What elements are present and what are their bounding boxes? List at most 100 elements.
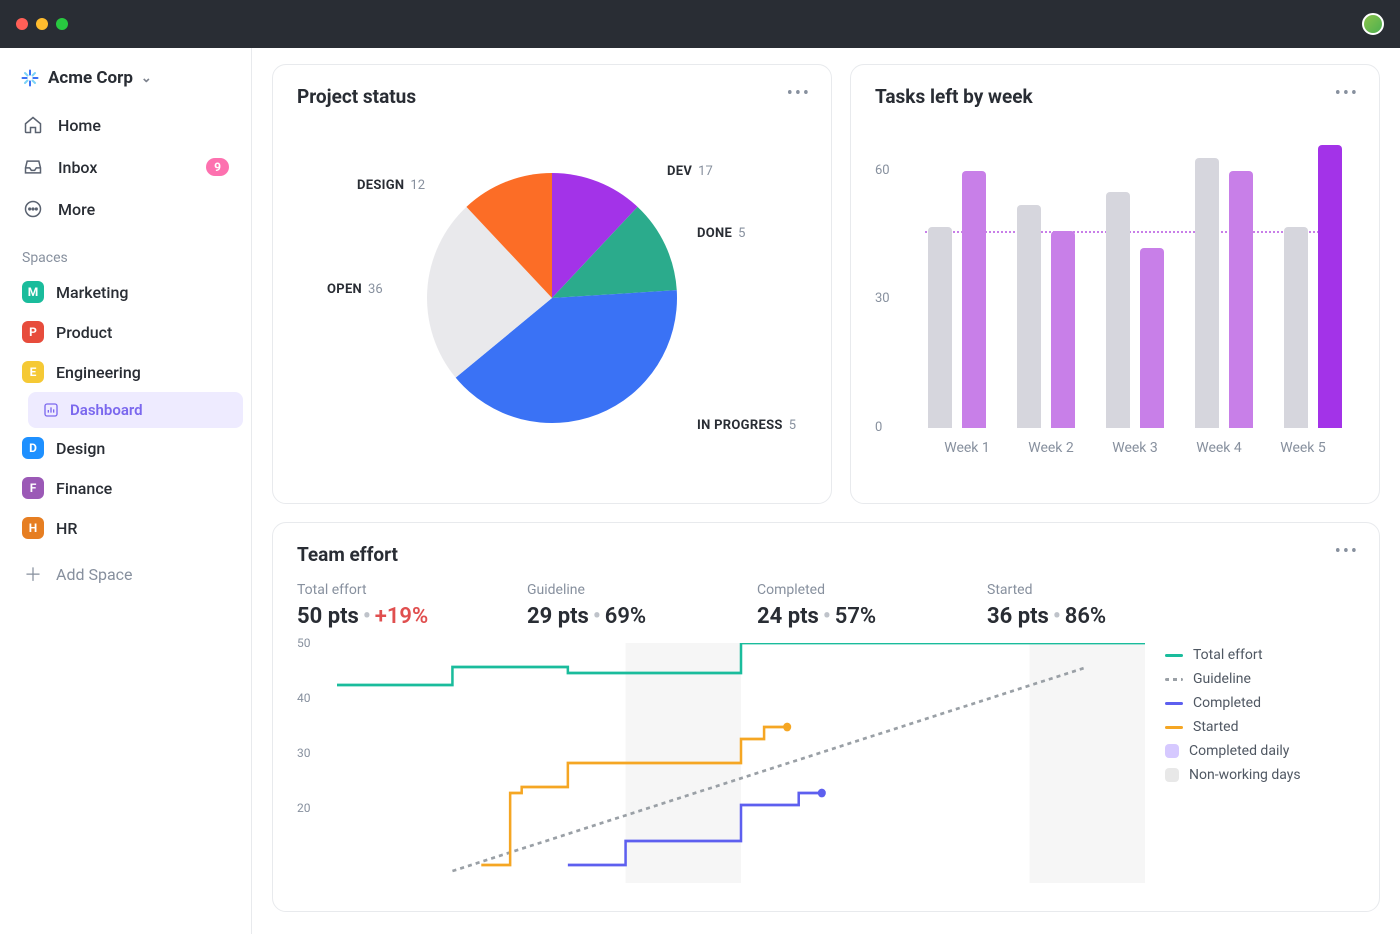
bar: [1051, 231, 1075, 428]
x-label: Week 1: [944, 440, 990, 456]
card-team-effort: Team effort ••• Total effort 50 pts•+19% G…: [272, 522, 1380, 912]
legend-label: Non-working days: [1189, 767, 1301, 783]
nav-more[interactable]: More: [8, 188, 243, 230]
pie-label: DESIGN12: [357, 178, 425, 193]
nav-inbox-label: Inbox: [58, 158, 97, 177]
dashboard-label: Dashboard: [70, 401, 143, 419]
stat-label: Total effort: [297, 582, 507, 598]
legend-label: Started: [1193, 719, 1239, 735]
stat-block: Total effort 50 pts•+19%: [297, 582, 527, 629]
home-icon: [22, 114, 44, 136]
stat-value: 36 pts•86%: [987, 604, 1197, 629]
bar-group: [925, 171, 988, 428]
stat-label: Guideline: [527, 582, 737, 598]
sidebar-space-finance[interactable]: F Finance: [8, 468, 243, 508]
y-tick: 30: [297, 746, 311, 760]
pie-label: IN PROGRESS5: [697, 418, 796, 433]
y-tick: 20: [297, 801, 311, 815]
bar-group: [1014, 205, 1077, 428]
bar: [1106, 192, 1130, 428]
bar: [1318, 145, 1342, 428]
x-label: Week 4: [1196, 440, 1242, 456]
legend-item: Total effort: [1165, 647, 1355, 663]
nav-home-label: Home: [58, 116, 101, 135]
card-menu-button[interactable]: •••: [1335, 541, 1359, 562]
sidebar-space-product[interactable]: PProduct: [8, 312, 243, 352]
close-window-icon[interactable]: [16, 18, 28, 30]
stat-block: Started 36 pts•86%: [987, 582, 1217, 629]
stat-block: Completed 24 pts•57%: [757, 582, 987, 629]
bar: [962, 171, 986, 428]
space-label: Marketing: [56, 283, 128, 302]
stat-value: 24 pts•57%: [757, 604, 967, 629]
workspace-switcher[interactable]: Acme Corp ⌄: [8, 60, 243, 96]
legend-label: Guideline: [1193, 671, 1251, 687]
y-tick: 60: [875, 163, 890, 178]
workspace-name: Acme Corp: [48, 68, 133, 88]
bar: [1195, 158, 1219, 428]
nav-home[interactable]: Home: [8, 104, 243, 146]
bar: [928, 227, 952, 428]
add-space-button[interactable]: ＋ Add Space: [8, 552, 243, 596]
stat-label: Completed: [757, 582, 967, 598]
space-label: HR: [56, 519, 77, 538]
x-label: Week 2: [1028, 440, 1074, 456]
space-avatar-icon: F: [22, 477, 44, 499]
legend-item: Non-working days: [1165, 767, 1355, 783]
card-menu-button[interactable]: •••: [787, 83, 811, 104]
sidebar-space-engineering[interactable]: E Engineering: [8, 352, 243, 392]
sidebar-dashboard[interactable]: Dashboard: [28, 392, 243, 428]
card-menu-button[interactable]: •••: [1335, 83, 1359, 104]
legend-item: Completed: [1165, 695, 1355, 711]
bar-group: [1282, 145, 1345, 428]
y-tick: 50: [297, 636, 311, 650]
bar: [1284, 227, 1308, 428]
x-label: Week 5: [1280, 440, 1326, 456]
plus-icon: ＋: [22, 561, 44, 587]
avatar[interactable]: [1362, 13, 1384, 35]
stat-label: Started: [987, 582, 1197, 598]
space-label: Design: [56, 439, 105, 458]
nav-more-label: More: [58, 200, 95, 219]
y-tick: 0: [875, 420, 882, 435]
space-avatar-icon: M: [22, 281, 44, 303]
legend-label: Completed daily: [1189, 743, 1289, 759]
space-avatar-icon: E: [22, 361, 44, 383]
nav-inbox[interactable]: Inbox 9: [8, 146, 243, 188]
bar: [1017, 205, 1041, 428]
bar: [1229, 171, 1253, 428]
sidebar-space-design[interactable]: DDesign: [8, 428, 243, 468]
bar-group: [1103, 192, 1166, 428]
card-title: Team effort: [297, 543, 1355, 566]
chevron-down-icon: ⌄: [141, 71, 152, 86]
legend-label: Total effort: [1193, 647, 1263, 663]
space-label: Engineering: [56, 363, 141, 382]
pie-label: DONE5: [697, 226, 745, 241]
add-space-label: Add Space: [56, 565, 133, 584]
dashboard-icon: [42, 401, 60, 419]
team-effort-linechart: [337, 643, 1145, 883]
legend-item: Guideline: [1165, 671, 1355, 687]
pie-label: DEV17: [667, 164, 713, 179]
minimize-window-icon[interactable]: [36, 18, 48, 30]
space-avatar-icon: P: [22, 321, 44, 343]
card-project-status: Project status ••• DESIGN12 DEV17 DONE5 IN …: [272, 64, 832, 504]
sidebar-space-hr[interactable]: H HR: [8, 508, 243, 548]
legend-item: Completed daily: [1165, 743, 1355, 759]
space-avatar-icon: H: [22, 517, 44, 539]
window-controls[interactable]: [16, 18, 68, 30]
legend-label: Completed: [1193, 695, 1261, 711]
space-label: Finance: [56, 479, 112, 498]
stat-value: 50 pts•+19%: [297, 604, 507, 629]
card-title: Project status: [297, 85, 807, 108]
sidebar: Acme Corp ⌄ Home Inbox 9 More Spaces M Ma…: [0, 48, 252, 934]
maximize-window-icon[interactable]: [56, 18, 68, 30]
sidebar-space-marketing[interactable]: M Marketing: [8, 272, 243, 312]
project-status-pie: [427, 173, 677, 423]
pie-label: OPEN36: [327, 282, 383, 297]
inbox-badge: 9: [206, 158, 229, 176]
bar-group: [1193, 158, 1256, 428]
inbox-icon: [22, 156, 44, 178]
y-tick: 40: [297, 691, 311, 705]
sidebar-section-spaces: Spaces: [8, 230, 243, 272]
